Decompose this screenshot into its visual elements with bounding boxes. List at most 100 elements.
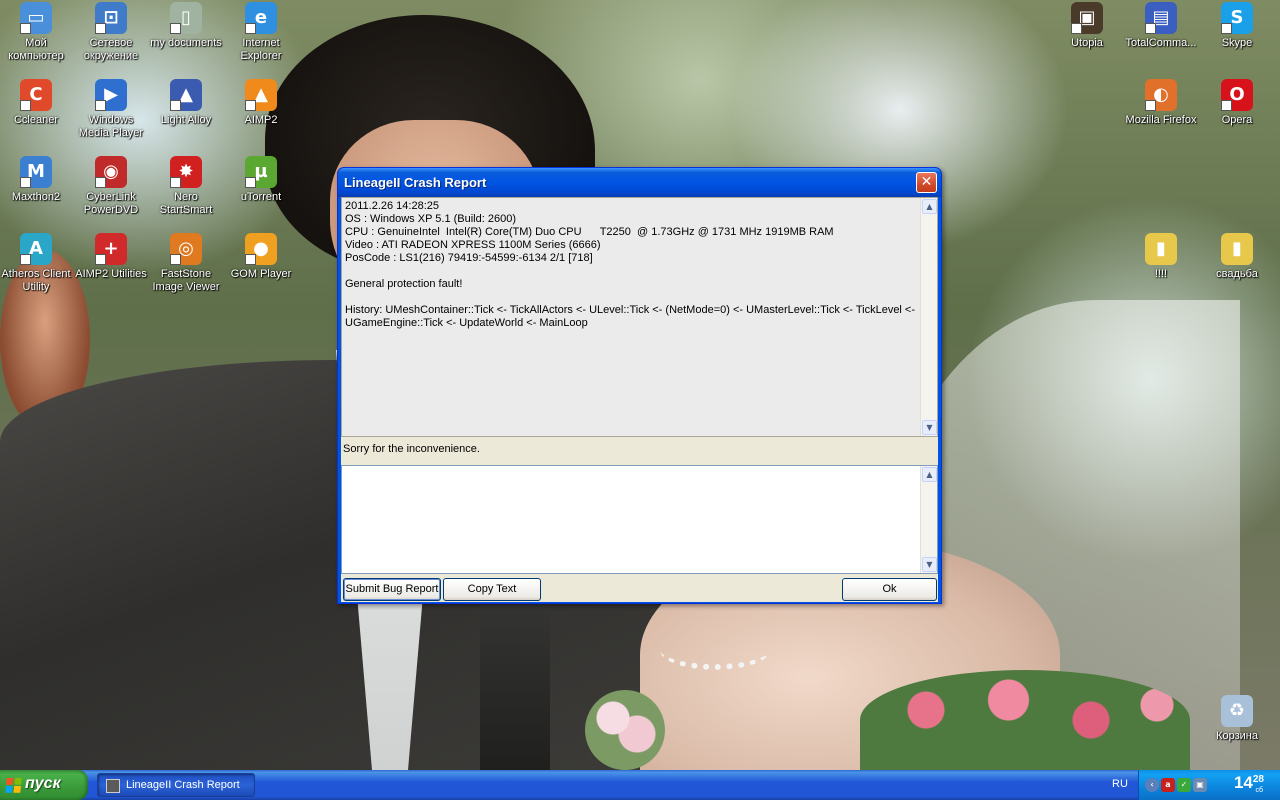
clock-day: сб	[1255, 787, 1263, 794]
desktop-shortcut-label: TotalComma...	[1125, 37, 1197, 49]
ok-button[interactable]: Ok	[842, 578, 937, 601]
tray-arrow-icon[interactable]: ‹	[1145, 778, 1159, 792]
desktop-shortcut[interactable]: ◐ Mozilla Firefox	[1123, 79, 1199, 127]
desktop-shortcut[interactable]: O Opera	[1199, 79, 1275, 127]
submit-bug-report-button[interactable]: Submit Bug Report	[343, 578, 441, 601]
dialog-titlebar[interactable]: LineageII Crash Report ✕	[338, 168, 941, 197]
clock-minutes: 28	[1252, 774, 1264, 785]
sorry-message: Sorry for the inconvenience.	[343, 443, 480, 455]
scroll-down-icon[interactable]: ▼	[922, 557, 937, 572]
desktop-shortcut[interactable]: C Ccleaner	[0, 79, 74, 127]
crash-report-dialog: LineageII Crash Report ✕ 2011.2.26 14:28…	[337, 167, 942, 604]
ccleaner-icon: C	[20, 79, 52, 111]
desktop-shortcut[interactable]: ● GOM Player	[223, 233, 299, 281]
desktop-shortcut-label: CyberLink PowerDVD	[83, 191, 139, 216]
desktop-shortcut[interactable]: ⊡ Сетевое окружение	[73, 2, 149, 63]
media-player-icon: ▶	[95, 79, 127, 111]
desktop-shortcut[interactable]: ▮!!!!	[1123, 233, 1199, 281]
desktop-shortcut[interactable]: ▭ Мой компьютер	[0, 2, 74, 63]
report-line: 2011.2.26 14:28:25	[345, 200, 439, 212]
desktop-shortcut-label: FastStone Image Viewer	[152, 268, 220, 293]
desktop-shortcut-label: Maxthon2	[11, 191, 61, 203]
desktop-shortcut-label: Light Alloy	[160, 114, 212, 126]
taskbar: пуск LineageII Crash Report RU ‹ a ✓ ▣ 1…	[0, 770, 1280, 800]
maxthon-icon: M	[20, 156, 52, 188]
scroll-up-icon[interactable]: ▲	[922, 467, 937, 482]
desktop-shortcut[interactable]: µ uTorrent	[223, 156, 299, 204]
desktop-shortcut[interactable]: ◉ CyberLink PowerDVD	[73, 156, 149, 217]
firefox-icon: ◐	[1145, 79, 1177, 111]
clock-hours: 14	[1233, 773, 1253, 792]
taskbar-item-crash-report[interactable]: LineageII Crash Report	[97, 773, 255, 797]
desktop-shortcut-label: AIMP2	[244, 114, 278, 126]
user-comment-textbox[interactable]: ▲ ▼	[341, 465, 938, 574]
desktop-shortcut-label: !!!!	[1154, 268, 1168, 280]
windows-logo-icon	[5, 778, 22, 793]
desktop-shortcut-label: Мой компьютер	[8, 37, 64, 62]
comment-scrollbar[interactable]: ▲ ▼	[920, 466, 937, 573]
crash-report-text: 2011.2.26 14:28:25 OS : Windows XP 5.1 (…	[345, 200, 917, 330]
desktop-shortcut[interactable]: ▮ свадьба	[1199, 233, 1275, 281]
desktop-shortcut[interactable]: ▶ Windows Media Player	[73, 79, 149, 140]
close-icon: ✕	[920, 174, 933, 190]
faststone-icon: ◎	[170, 233, 202, 265]
desktop-shortcut-label: Skype	[1221, 37, 1253, 49]
desktop-shortcut[interactable]: M Maxthon2	[0, 156, 74, 204]
desktop-shortcut[interactable]: ▯ my documents	[148, 2, 224, 50]
aimp2-icon: ▲	[245, 79, 277, 111]
close-button[interactable]: ✕	[916, 172, 937, 193]
desktop-shortcut[interactable]: ♻ Корзина	[1199, 695, 1275, 743]
taskbar-item-label: LineageII Crash Report	[126, 779, 240, 791]
total-commander-icon: ▤	[1145, 2, 1177, 34]
wallpaper-necklace	[660, 630, 770, 670]
scroll-down-icon[interactable]: ▼	[922, 420, 937, 435]
network-status-icon[interactable]: ▣	[1193, 778, 1207, 792]
check-icon[interactable]: ✓	[1177, 778, 1191, 792]
report-line	[345, 265, 917, 278]
powerdvd-icon: ◉	[95, 156, 127, 188]
documents-icon: ▯	[170, 2, 202, 34]
antivirus-icon[interactable]: a	[1161, 778, 1175, 792]
desktop-shortcut-label: Корзина	[1216, 730, 1258, 742]
desktop-shortcut-label: свадьба	[1216, 268, 1258, 280]
report-line: PosCode : LS1(216) 79419:-54599:-6134 2/…	[345, 252, 593, 264]
desktop-shortcut[interactable]: e Internet Explorer	[223, 2, 299, 63]
skype-icon: S	[1221, 2, 1253, 34]
desktop-shortcut-label: Nero StartSmart	[159, 191, 213, 216]
desktop-shortcut-label: Atheros Client Utility	[1, 268, 71, 293]
desktop-shortcut[interactable]: ◎ FastStone Image Viewer	[148, 233, 224, 294]
language-indicator[interactable]: RU	[1112, 778, 1128, 790]
desktop-shortcut-label: Ccleaner	[13, 114, 59, 126]
desktop-shortcut[interactable]: ▣ Utopia	[1049, 2, 1125, 50]
desktop-shortcut-label: Utopia	[1071, 37, 1103, 49]
desktop-shortcut[interactable]: ✸ Nero StartSmart	[148, 156, 224, 217]
recycle-bin-icon: ♻	[1221, 695, 1253, 727]
start-button[interactable]: пуск	[0, 770, 88, 800]
desktop-shortcut-label: AIMP2 Utilities	[75, 268, 147, 280]
report-line	[345, 291, 917, 304]
copy-text-button[interactable]: Copy Text	[443, 578, 541, 601]
desktop-shortcut[interactable]: ▲ AIMP2	[223, 79, 299, 127]
light-alloy-icon: ▲	[170, 79, 202, 111]
folder-icon: ▮	[1145, 233, 1177, 265]
desktop-shortcut[interactable]: ▲ Light Alloy	[148, 79, 224, 127]
report-scrollbar[interactable]: ▲ ▼	[920, 198, 937, 436]
wallpaper-bouquet	[860, 670, 1190, 770]
desktop-shortcut-label: Mozilla Firefox	[1125, 114, 1197, 126]
desktop-shortcut-label: Windows Media Player	[78, 114, 144, 139]
my-computer-icon: ▭	[20, 2, 52, 34]
report-line: General protection fault!	[345, 278, 463, 290]
scroll-up-icon[interactable]: ▲	[922, 199, 937, 214]
report-line: CPU : GenuineIntel Intel(R) Core(TM) Duo…	[345, 226, 834, 238]
desktop-shortcut[interactable]: S Skype	[1199, 2, 1275, 50]
report-line: OS : Windows XP 5.1 (Build: 2600)	[345, 213, 516, 225]
desktop-shortcut[interactable]: A Atheros Client Utility	[0, 233, 74, 294]
crash-report-textbox[interactable]: 2011.2.26 14:28:25 OS : Windows XP 5.1 (…	[341, 197, 938, 437]
app-icon	[106, 779, 120, 793]
system-tray: ‹ a ✓ ▣ 1428 сб	[1138, 770, 1280, 800]
desktop-shortcut-label: GOM Player	[230, 268, 292, 280]
wallpaper-boutonniere	[585, 690, 665, 770]
desktop-shortcut[interactable]: + AIMP2 Utilities	[73, 233, 149, 281]
desktop-shortcut[interactable]: ▤ TotalComma...	[1123, 2, 1199, 50]
report-line: Video : ATI RADEON XPRESS 1100M Series (…	[345, 239, 601, 251]
